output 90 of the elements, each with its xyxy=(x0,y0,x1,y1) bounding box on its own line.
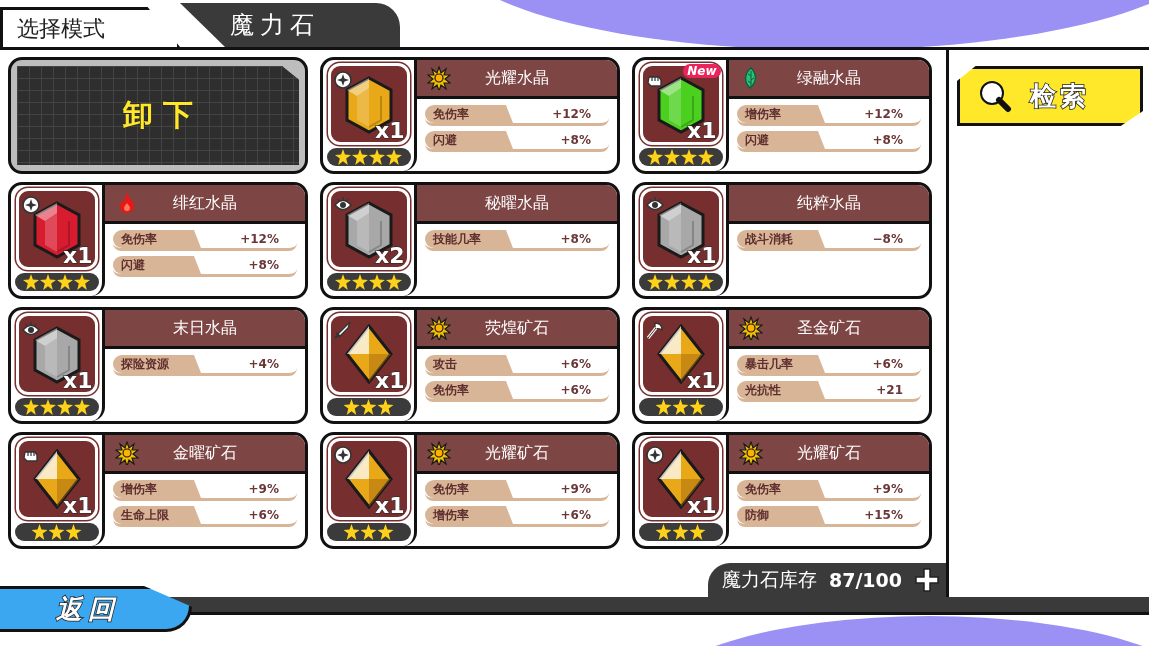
stat-value: +8% xyxy=(559,133,592,147)
stat-value: +6% xyxy=(871,357,904,371)
sparkle-circle-icon xyxy=(644,445,665,465)
count-label: x1 xyxy=(375,493,405,518)
mode-tab[interactable]: 选择模式 xyxy=(0,7,180,47)
stat-label: 免伤率 xyxy=(425,105,513,123)
stat-value: +6% xyxy=(559,383,592,397)
stat-value: +12% xyxy=(239,232,280,246)
stone-name: 纯粹水晶 xyxy=(796,192,862,214)
stat-label: 闪避 xyxy=(425,131,513,149)
stone-name: 秘曜水晶 xyxy=(484,192,550,214)
sun-icon xyxy=(115,441,139,465)
stat-value: +8% xyxy=(871,133,904,147)
stone-name: 绯红水晶 xyxy=(172,192,238,214)
stat-value: +6% xyxy=(559,508,592,522)
stat-value: +8% xyxy=(247,258,280,272)
stat-value: +9% xyxy=(871,482,904,496)
sword-icon xyxy=(332,320,353,340)
stat-label: 战斗消耗 xyxy=(737,230,825,248)
stat-value: +6% xyxy=(559,357,592,371)
stat-value: +21 xyxy=(875,383,904,397)
count-label: x2 xyxy=(375,243,405,268)
stat-label: 免伤率 xyxy=(425,480,513,498)
count-label: x1 xyxy=(687,493,717,518)
stat-value: +12% xyxy=(551,107,592,121)
stone-card[interactable]: x1 光耀矿石 免伤率 +9% 增伤率 +6% xyxy=(320,432,620,549)
sparkle-circle-icon xyxy=(332,70,353,90)
stone-card[interactable]: x1 末日水晶 探险资源 +4% xyxy=(8,307,308,424)
stat-label: 增伤率 xyxy=(737,105,825,123)
sparkle-circle-icon xyxy=(332,445,353,465)
stat-label: 免伤率 xyxy=(737,480,825,498)
stone-card[interactable]: x1 金曜矿石 增伤率 +9% 生命上限 +6% xyxy=(8,432,308,549)
stone-card[interactable]: x1 绯红水晶 免伤率 +12% 闪避 +8% xyxy=(8,182,308,299)
stone-name: 末日水晶 xyxy=(172,317,238,339)
count-label: x1 xyxy=(375,368,405,393)
new-badge: New xyxy=(683,64,721,78)
axe-icon xyxy=(644,320,665,340)
stat-value: +4% xyxy=(247,357,280,371)
stone-card[interactable]: x1 光耀水晶 免伤率 +12% 闪避 +8% xyxy=(320,57,620,174)
stat-label: 闪避 xyxy=(113,256,201,274)
stat-value: +9% xyxy=(247,482,280,496)
stat-value: +8% xyxy=(559,232,592,246)
stone-card[interactable]: x1 光耀矿石 免伤率 +9% 防御 +15% xyxy=(632,432,932,549)
stat-label: 光抗性 xyxy=(737,381,825,399)
stone-card[interactable]: x2 秘曜水晶 技能几率 +8% xyxy=(320,182,620,299)
stone-name: 荧煌矿石 xyxy=(484,317,550,339)
stat-label: 攻击 xyxy=(425,355,513,373)
stat-value: +9% xyxy=(559,482,592,496)
stone-card[interactable]: New x1 绿融水晶 增伤率 +12% 闪避 +8% xyxy=(632,57,932,174)
count-label: x1 xyxy=(687,368,717,393)
stat-label: 增伤率 xyxy=(425,506,513,524)
sparkle-circle-icon xyxy=(20,195,41,215)
stone-name: 金曜矿石 xyxy=(172,442,238,464)
inventory-label: 魔力石库存 xyxy=(721,567,817,592)
stat-label: 免伤率 xyxy=(425,381,513,399)
stat-value: +12% xyxy=(863,107,904,121)
stone-name: 光耀矿石 xyxy=(796,442,862,464)
plus-icon[interactable] xyxy=(914,567,940,593)
sun-icon xyxy=(427,66,451,90)
stat-value: −8% xyxy=(871,232,904,246)
stone-name: 圣金矿石 xyxy=(796,317,862,339)
count-label: x1 xyxy=(375,118,405,143)
stat-label: 探险资源 xyxy=(113,355,201,373)
stat-label: 免伤率 xyxy=(113,230,201,248)
count-label: x1 xyxy=(687,118,717,143)
stone-name: 绿融水晶 xyxy=(796,67,862,89)
stat-value: +6% xyxy=(247,508,280,522)
sun-icon xyxy=(427,441,451,465)
stat-label: 技能几率 xyxy=(425,230,513,248)
unequip-button[interactable]: 卸 下 xyxy=(8,57,308,174)
stone-card[interactable]: x1 圣金矿石 暴击几率 +6% 光抗性 +21 xyxy=(632,307,932,424)
stone-card[interactable]: x1 荧煌矿石 攻击 +6% 免伤率 +6% xyxy=(320,307,620,424)
stat-label: 增伤率 xyxy=(113,480,201,498)
sun-icon xyxy=(427,316,451,340)
count-label: x1 xyxy=(63,243,93,268)
inventory-count: 87/100 xyxy=(828,569,902,591)
count-label: x1 xyxy=(63,493,93,518)
stat-label: 防御 xyxy=(737,506,825,524)
sun-icon xyxy=(739,441,763,465)
stat-value: +15% xyxy=(863,508,904,522)
stone-name: 光耀水晶 xyxy=(484,67,550,89)
count-label: x1 xyxy=(687,243,717,268)
search-icon xyxy=(978,79,1012,113)
stat-label: 暴击几率 xyxy=(737,355,825,373)
stat-label: 闪避 xyxy=(737,131,825,149)
count-label: x1 xyxy=(63,368,93,393)
stone-card[interactable]: x1 纯粹水晶 战斗消耗 −8% xyxy=(632,182,932,299)
sun-icon xyxy=(739,316,763,340)
stone-name: 光耀矿石 xyxy=(484,442,550,464)
stat-label: 生命上限 xyxy=(113,506,201,524)
